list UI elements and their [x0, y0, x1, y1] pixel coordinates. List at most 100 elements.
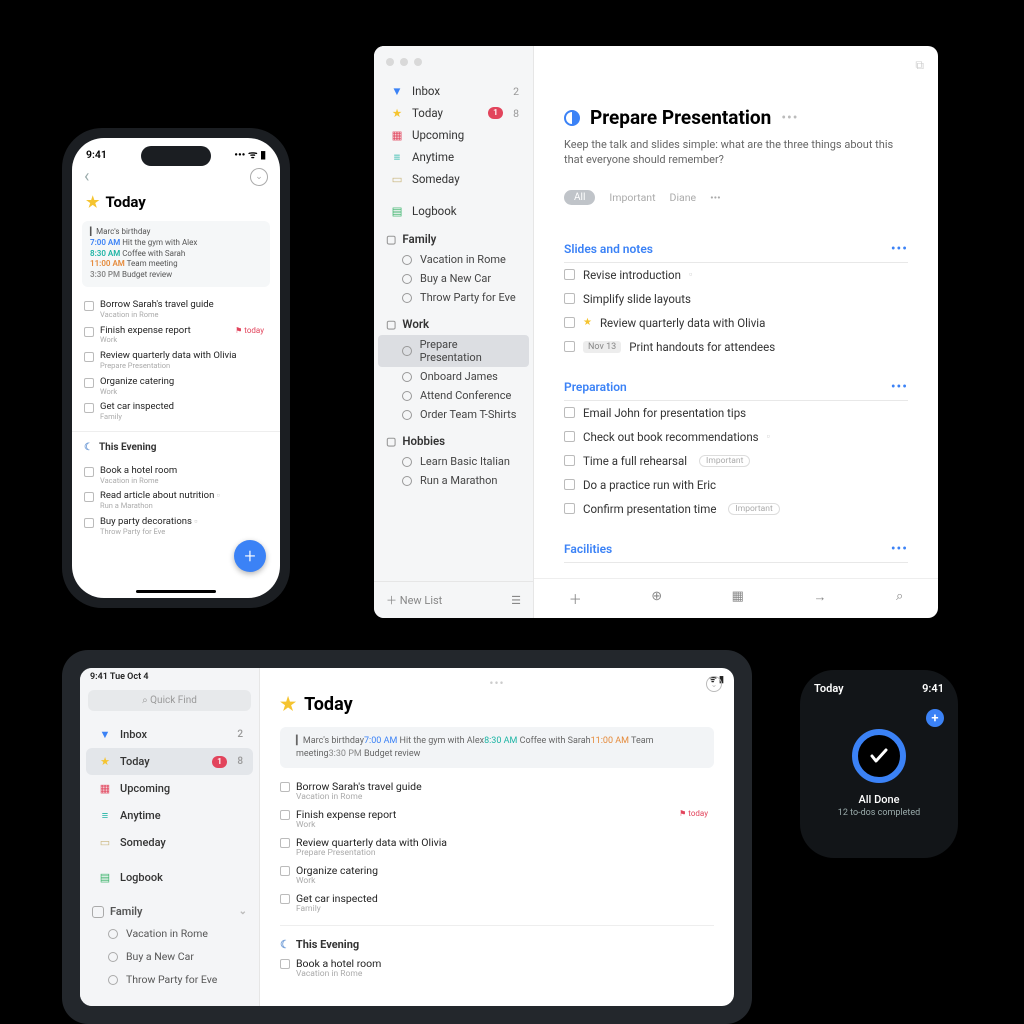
- task-row[interactable]: Organize catering Work: [82, 374, 270, 400]
- sidebar-item-inbox[interactable]: ▼ Inbox 2: [86, 721, 253, 748]
- task-row[interactable]: Do a practice run with Eric: [564, 473, 908, 497]
- task-checkbox[interactable]: [280, 959, 290, 969]
- toolbar-calendar-icon[interactable]: ▦: [732, 589, 744, 608]
- task-row[interactable]: Get car inspected Family: [82, 399, 270, 425]
- task-checkbox[interactable]: [564, 431, 575, 442]
- task-row[interactable]: Finish expense report Work ⚑ today: [280, 806, 714, 834]
- add-task-button[interactable]: +: [234, 540, 266, 572]
- sidebar-item-anytime[interactable]: ≡ Anytime: [86, 802, 253, 829]
- project-attend conference[interactable]: Attend Conference: [378, 386, 529, 405]
- task-row[interactable]: Read article about nutrition ▫ Run a Mar…: [82, 488, 270, 514]
- task-checkbox[interactable]: [564, 293, 575, 304]
- toolbar-move-icon[interactable]: →: [813, 589, 826, 608]
- task-checkbox[interactable]: [84, 352, 94, 362]
- task-checkbox[interactable]: [84, 518, 94, 528]
- project-notes[interactable]: Keep the talk and slides simple: what ar…: [564, 137, 904, 168]
- home-indicator[interactable]: [136, 590, 216, 593]
- project-run a marathon[interactable]: Run a Marathon: [378, 471, 529, 490]
- new-list-button[interactable]: ＋ New List: [386, 592, 442, 608]
- task-checkbox[interactable]: [280, 810, 290, 820]
- task-row[interactable]: Book a hotel room Vacation in Rome: [280, 955, 714, 983]
- task-checkbox[interactable]: [280, 894, 290, 904]
- calendar-events-card[interactable]: ▎Marc's birthday7:00 AM Hit the gym with…: [280, 727, 714, 768]
- task-row[interactable]: Time a full rehearsal Important: [564, 449, 908, 473]
- tag-important[interactable]: Important: [609, 191, 655, 204]
- task-checkbox[interactable]: [564, 407, 575, 418]
- project-onboard james[interactable]: Onboard James: [378, 367, 529, 386]
- project-throw party for eve[interactable]: Throw Party for Eve: [80, 968, 259, 991]
- toolbar-search-icon[interactable]: ⌕: [896, 589, 903, 608]
- section-more-icon[interactable]: •••: [891, 241, 908, 257]
- project-order team t-shirts[interactable]: Order Team T-Shirts: [378, 405, 529, 424]
- project-vacation in rome[interactable]: Vacation in Rome: [378, 250, 529, 269]
- task-row[interactable]: Finish expense report Work ⚑ today: [82, 323, 270, 349]
- task-row[interactable]: Revise introduction ▫: [564, 263, 908, 287]
- task-checkbox[interactable]: [280, 782, 290, 792]
- task-row[interactable]: Simplify slide layouts: [564, 287, 908, 311]
- project-throw party for eve[interactable]: Throw Party for Eve: [378, 288, 529, 307]
- task-checkbox[interactable]: [84, 492, 94, 502]
- sidebar-item-someday[interactable]: ▭ Someday: [378, 168, 529, 190]
- task-checkbox[interactable]: [84, 467, 94, 477]
- sidebar-item-today[interactable]: ★ Today 1 8: [86, 748, 253, 775]
- project-learn basic italian[interactable]: Learn Basic Italian: [378, 452, 529, 471]
- task-checkbox[interactable]: [564, 479, 575, 490]
- task-row[interactable]: Borrow Sarah's travel guide Vacation in …: [82, 297, 270, 323]
- section-more-icon[interactable]: •••: [891, 379, 908, 395]
- calendar-events-card[interactable]: ▎Marc's birthday7:00 AM Hit the gym with…: [82, 221, 270, 287]
- back-chevron-icon[interactable]: ‹: [84, 166, 89, 187]
- project-more-icon[interactable]: •••: [781, 110, 798, 126]
- project-prepare presentation[interactable]: Prepare Presentation: [378, 335, 529, 367]
- task-checkbox[interactable]: [84, 327, 94, 337]
- task-row[interactable]: Nov 13 Print handouts for attendees: [564, 335, 908, 359]
- task-checkbox[interactable]: [280, 838, 290, 848]
- sidebar-item-anytime[interactable]: ≡ Anytime: [378, 146, 529, 168]
- task-row[interactable]: Email John for presentation tips: [564, 401, 908, 425]
- area-family[interactable]: Family ⌄: [80, 891, 259, 922]
- quick-find-input[interactable]: ⌕ Quick Find: [88, 690, 251, 711]
- sidebar-item-upcoming[interactable]: ▦ Upcoming: [86, 775, 253, 802]
- area-family[interactable]: ▢Family: [374, 222, 533, 250]
- task-checkbox[interactable]: [280, 866, 290, 876]
- task-row[interactable]: Book a hotel room Vacation in Rome: [82, 463, 270, 489]
- collapse-toggle-icon[interactable]: ⌄: [250, 168, 268, 186]
- task-row[interactable]: Buy party decorations ▫ Throw Party for …: [82, 514, 270, 540]
- toolbar-new-todo-icon[interactable]: ＋: [569, 589, 582, 608]
- task-row[interactable]: Borrow Sarah's travel guide Vacation in …: [280, 778, 714, 806]
- sidebar-item-logbook[interactable]: ▤ Logbook: [86, 864, 253, 891]
- task-checkbox[interactable]: [564, 503, 575, 514]
- task-row[interactable]: Check out book recommendations ▫: [564, 425, 908, 449]
- section-title[interactable]: Slides and notes: [564, 242, 653, 256]
- tag-chip[interactable]: Important: [728, 503, 779, 515]
- tag-diane[interactable]: Diane: [670, 191, 697, 204]
- task-checkbox[interactable]: [84, 403, 94, 413]
- task-row[interactable]: Confirm presentation time Important: [564, 497, 908, 521]
- area-work[interactable]: ▢Work: [374, 307, 533, 335]
- area-hobbies[interactable]: ▢Hobbies: [374, 424, 533, 452]
- task-row[interactable]: Review quarterly data with Olivia Prepar…: [280, 834, 714, 862]
- collapse-toggle-icon[interactable]: ⌄: [706, 676, 722, 692]
- share-icon[interactable]: ⧉: [915, 58, 924, 73]
- task-row[interactable]: Organize catering Work: [280, 862, 714, 890]
- section-more-icon[interactable]: •••: [891, 541, 908, 557]
- task-checkbox[interactable]: [564, 317, 575, 328]
- project-buy a new car[interactable]: Buy a New Car: [378, 269, 529, 288]
- more-icon[interactable]: •••: [489, 676, 504, 690]
- window-controls[interactable]: [374, 46, 533, 80]
- task-checkbox[interactable]: [564, 269, 575, 280]
- tag-chip[interactable]: Important: [699, 455, 750, 467]
- sidebar-item-someday[interactable]: ▭ Someday: [86, 829, 253, 856]
- sidebar-item-upcoming[interactable]: ▦ Upcoming: [378, 124, 529, 146]
- task-checkbox[interactable]: [84, 301, 94, 311]
- task-checkbox[interactable]: [564, 341, 575, 352]
- toolbar-new-heading-icon[interactable]: ⊕: [651, 589, 662, 608]
- tag-all[interactable]: All: [564, 190, 595, 205]
- project-vacation in rome[interactable]: Vacation in Rome: [80, 922, 259, 945]
- sidebar-item-inbox[interactable]: ▼ Inbox 2: [378, 80, 529, 102]
- task-row[interactable]: ★ Review quarterly data with Olivia: [564, 311, 908, 335]
- sidebar-item-logbook[interactable]: ▤ Logbook: [378, 200, 529, 222]
- sidebar-item-today[interactable]: ★ Today 1 8: [378, 102, 529, 124]
- task-row[interactable]: Get car inspected Family: [280, 890, 714, 918]
- project-buy a new car[interactable]: Buy a New Car: [80, 945, 259, 968]
- task-row[interactable]: Review quarterly data with Olivia Prepar…: [82, 348, 270, 374]
